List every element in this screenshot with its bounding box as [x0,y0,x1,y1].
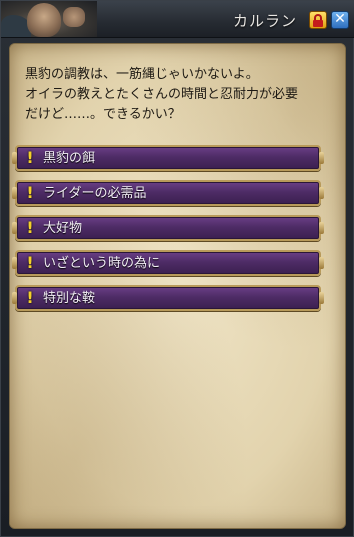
quest-option-label: 大好物 [43,221,83,236]
quest-option-just-in-case[interactable]: ! いざという時の為に [12,250,324,276]
title-bar[interactable]: カルラン ✕ [1,1,354,38]
npc-dialog-window: カルラン ✕ 黒豹の調教は、一筋縄じゃいかないよ。 オイラの教えとたくさんの時間… [0,0,354,537]
portrait-hand [63,7,85,27]
quest-option-label: 特別な鞍 [43,291,96,306]
close-icon[interactable]: ✕ [331,11,349,29]
quest-option-favorite-food[interactable]: ! 大好物 [12,215,324,241]
quest-option-label: いざという時の為に [43,256,161,271]
lock-body [313,20,323,27]
npc-portrait [1,1,97,37]
quest-option-black-panther-food[interactable]: ! 黒豹の餌 [12,145,324,171]
quest-available-icon: ! [26,148,34,167]
quest-available-icon: ! [26,218,34,237]
lock-icon[interactable] [309,11,327,29]
dialogue-line: オイラの教えとたくさんの時間と忍耐力が必要 [25,87,299,102]
quest-option-label: 黒豹の餌 [43,151,96,166]
quest-option-special-saddle[interactable]: ! 特別な鞍 [12,285,324,311]
quest-available-icon: ! [26,183,34,202]
quest-option-rider-essentials[interactable]: ! ライダーの必需品 [12,180,324,206]
quest-option-label: ライダーの必需品 [43,186,147,201]
npc-name: カルラン [232,12,297,30]
quest-available-icon: ! [26,288,34,307]
dialogue-line: だけど……。できるかい？ [25,107,181,122]
portrait-face [27,3,61,37]
quest-option-list: ! 黒豹の餌 ! ライダーの必需品 ! 大好物 ! いざという時の為に ! 特別… [12,145,324,320]
npc-dialogue-text: 黒豹の調教は、一筋縄じゃいかないよ。 オイラの教えとたくさんの時間と忍耐力が必要… [25,65,335,125]
quest-available-icon: ! [26,253,34,272]
dialogue-line: 黒豹の調教は、一筋縄じゃいかないよ。 [25,67,259,82]
